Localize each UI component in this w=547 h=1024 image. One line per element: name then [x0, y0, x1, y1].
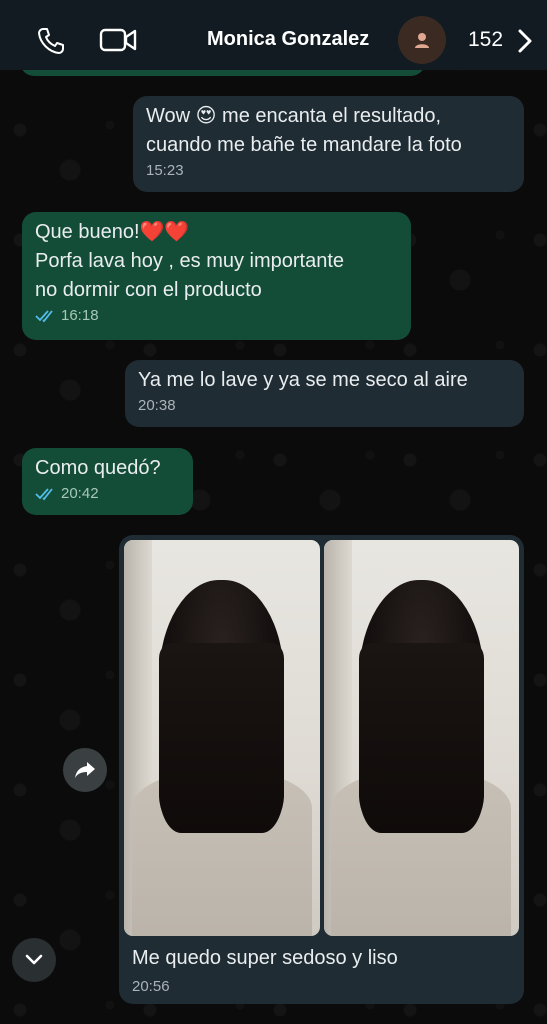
photo-thumbnail[interactable]	[323, 540, 519, 936]
read-receipt-icon	[35, 310, 53, 323]
message-bubble-outgoing[interactable]: Como quedó? 20:42	[22, 448, 193, 515]
message-text: Ya me lo lave y ya se me seco al aire	[138, 369, 468, 391]
message-text: Que bueno!❤️❤️ Porfa lava hoy , es muy i…	[35, 221, 345, 301]
message-bubble-photo-album[interactable]: Me quedo super sedoso y liso 20:56	[119, 535, 524, 1004]
chevron-right-icon[interactable]	[516, 28, 534, 54]
message-time: 16:18	[61, 307, 99, 324]
message-time: 20:56	[132, 978, 170, 995]
message-text: Como quedó?	[35, 457, 161, 479]
message-text: Wow 😍 me encanta el resultado, cuando me…	[146, 105, 462, 156]
message-time: 20:42	[61, 485, 99, 502]
message-time: 20:38	[138, 397, 176, 414]
photo-thumbnail[interactable]	[124, 540, 320, 936]
message-bubble-outgoing[interactable]: Que bueno!❤️❤️ Porfa lava hoy , es muy i…	[22, 212, 411, 340]
chat-header: Monica Gonzalez 152	[0, 0, 547, 70]
chevron-down-icon	[25, 954, 43, 965]
message-bubble-incoming[interactable]: Ya me lo lave y ya se me seco al aire 20…	[125, 360, 524, 427]
forward-button[interactable]	[63, 748, 107, 792]
photo-album[interactable]	[124, 540, 519, 936]
contact-avatar[interactable]	[398, 16, 446, 64]
avatar-person-icon	[415, 33, 429, 48]
read-receipt-icon	[35, 488, 53, 501]
contact-name[interactable]: Monica Gonzalez	[207, 28, 369, 51]
photo-caption: Me quedo super sedoso y liso	[132, 947, 398, 969]
phone-icon[interactable]	[36, 26, 66, 56]
message-bubble-incoming[interactable]: Wow 😍 me encanta el resultado, cuando me…	[133, 96, 524, 192]
unread-count[interactable]: 152	[468, 28, 503, 52]
scroll-to-bottom-button[interactable]	[12, 938, 56, 982]
video-call-icon[interactable]	[99, 27, 137, 53]
forward-arrow-icon	[75, 762, 95, 778]
message-time: 15:23	[146, 162, 184, 179]
